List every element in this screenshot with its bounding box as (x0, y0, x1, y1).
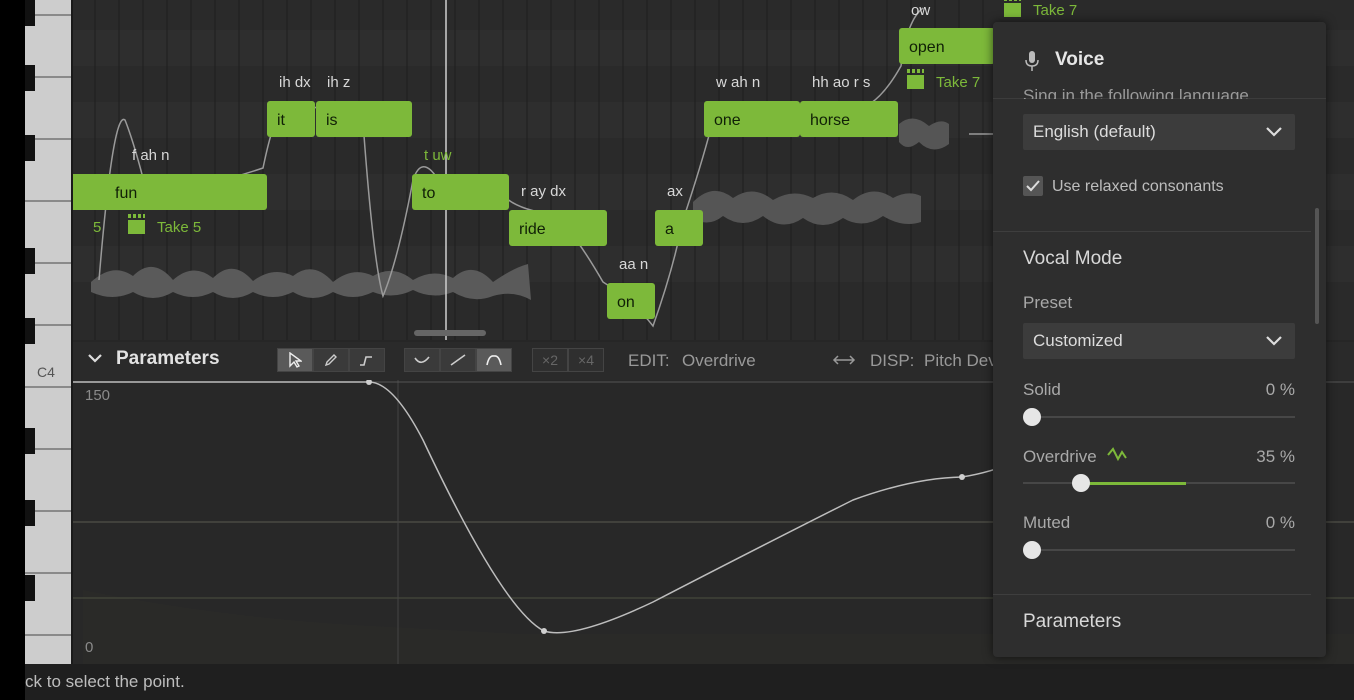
solid-label: Solid (1023, 380, 1061, 399)
preset-label: Preset (1023, 293, 1073, 312)
take-label[interactable]: Take 5 (128, 214, 201, 236)
ramp-curve-icon (450, 354, 466, 366)
muted-slider-track[interactable] (1023, 549, 1295, 551)
bell-curve-icon (486, 355, 502, 366)
phoneme-label: ax (667, 183, 683, 200)
piano-black-key[interactable] (25, 428, 35, 454)
note-open[interactable]: open (899, 28, 995, 64)
preset-dropdown[interactable]: Customized (1023, 323, 1295, 359)
curve-bell-button[interactable] (476, 348, 512, 372)
phoneme-label: aa n (619, 256, 649, 273)
phoneme-label: ih dx (279, 74, 311, 91)
piano-black-key[interactable] (25, 248, 35, 274)
parameters-heading: Parameters (1023, 611, 1122, 632)
piano-black-key[interactable] (25, 0, 35, 26)
note-one[interactable]: one (704, 101, 800, 137)
relaxed-consonants-checkbox[interactable] (1023, 176, 1043, 196)
note-ride[interactable]: ride (509, 210, 607, 246)
disp-label: DISP: (870, 351, 915, 370)
curve-down-button[interactable] (404, 348, 440, 372)
chevron-down-icon[interactable] (87, 350, 103, 371)
status-text: ck to select the point. (25, 672, 185, 691)
y-max-label: 150 (85, 387, 111, 404)
curve-point[interactable] (541, 628, 547, 634)
divider (993, 231, 1311, 232)
curve-point[interactable] (366, 380, 372, 385)
language-caption: Sing in the following language (1023, 86, 1249, 99)
scrollbar-thumb[interactable] (1315, 208, 1319, 324)
parameters-title: Parameters (116, 348, 220, 369)
overdrive-label: Overdrive (1023, 447, 1097, 466)
phoneme-label: r ay dx (521, 183, 567, 200)
edit-parameter-value[interactable]: Overdrive (682, 351, 756, 371)
voice-panel-title: Voice (1055, 49, 1105, 70)
clapperboard-icon (128, 214, 145, 234)
overdrive-value: 35 % (1256, 447, 1295, 466)
overdrive-slider-knob[interactable] (1072, 474, 1091, 492)
note-a[interactable]: a (655, 210, 703, 246)
check-curve-icon (414, 356, 430, 364)
step-curve-icon (360, 356, 372, 366)
piano-black-key[interactable] (25, 65, 35, 91)
solid-value: 0 % (1265, 380, 1295, 399)
take-label[interactable]: Take 7 (907, 69, 980, 91)
cursor-icon (289, 351, 304, 368)
note-horse[interactable]: horse (800, 101, 898, 137)
muted-label: Muted (1023, 513, 1071, 532)
pen-tool-button[interactable] (313, 348, 349, 372)
note-is[interactable]: is (316, 101, 412, 137)
checkmark-icon (1026, 180, 1040, 192)
note-fun[interactable]: fun (73, 174, 267, 210)
edit-label: EDIT: (628, 351, 670, 370)
take-label-partial: 5 (93, 219, 102, 236)
overdrive-wave-icon (1107, 446, 1129, 469)
curve-point[interactable] (959, 474, 965, 480)
piano-black-key[interactable] (25, 500, 35, 526)
piano-black-key[interactable] (25, 575, 35, 601)
divider (993, 594, 1311, 595)
piano-white-key[interactable] (25, 636, 71, 664)
status-bar: ck to select the point. (25, 664, 1354, 700)
take-label[interactable]: Take 7 (1004, 0, 1077, 19)
phoneme-label: f ah n (132, 147, 170, 164)
swap-arrows-icon[interactable] (832, 352, 856, 373)
line-tool-button[interactable] (349, 348, 385, 372)
vocal-mode-heading: Vocal Mode (1023, 248, 1123, 269)
phoneme-label: ow (911, 2, 931, 19)
y-min-label: 0 (85, 639, 94, 656)
overdrive-slider-fill (1081, 482, 1186, 485)
note-on[interactable]: on (607, 283, 655, 319)
note-to[interactable]: to (412, 174, 509, 210)
clapperboard-icon (1004, 0, 1021, 17)
clapperboard-icon (907, 69, 924, 89)
phoneme-label: t uw (424, 147, 452, 164)
phoneme-label: ih z (327, 74, 351, 91)
relaxed-consonants-label: Use relaxed consonants (1052, 178, 1224, 195)
phoneme-label: hh ao r s (812, 74, 871, 91)
piano-keyboard[interactable]: C4 (25, 0, 73, 664)
language-dropdown[interactable]: English (default) (1023, 114, 1295, 150)
chevron-down-icon (1266, 127, 1282, 137)
chevron-down-icon (1266, 336, 1282, 346)
muted-value: 0 % (1265, 513, 1295, 532)
phoneme-label: w ah n (716, 74, 761, 91)
voice-panel: Voice Sing in the following language Eng… (993, 22, 1326, 657)
select-tool-button[interactable] (277, 348, 313, 372)
solid-slider-track[interactable] (1023, 416, 1295, 418)
microphone-icon (1025, 50, 1039, 77)
piano-black-key[interactable] (25, 318, 35, 344)
pencil-icon (324, 354, 337, 367)
curve-ramp-button[interactable] (440, 348, 476, 372)
solid-slider-knob[interactable] (1023, 408, 1041, 426)
x2-button[interactable]: ×2 (532, 348, 568, 372)
note-it[interactable]: it (267, 101, 315, 137)
x4-button[interactable]: ×4 (568, 348, 604, 372)
language-caption-clip: Sing in the following language (1023, 82, 1303, 99)
piano-black-key[interactable] (25, 135, 35, 161)
c4-label: C4 (37, 364, 55, 380)
muted-slider-knob[interactable] (1023, 541, 1041, 559)
